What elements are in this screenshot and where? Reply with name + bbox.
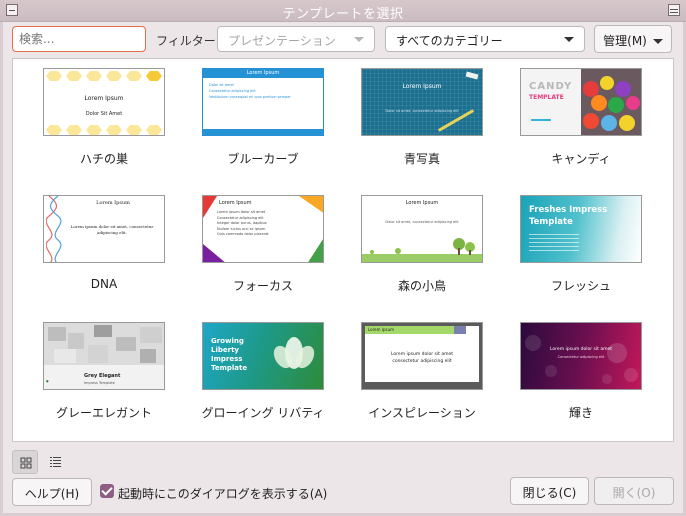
template-thumbnail: Lorem Ipsum Dolor sit amet, consectetur … xyxy=(361,195,483,263)
filter-label: フィルター xyxy=(156,34,216,48)
template-tile-blueprint[interactable]: Lorem Ipsum Dolor sit amet, consectetur … xyxy=(342,68,502,167)
thumb-subtitle: Lorem ipsum dolor sit amet, consectetur … xyxy=(70,224,154,235)
thumb-line1: Lorem Ipsum xyxy=(84,95,124,102)
thumb-bullets: Lorem ipsum dolor sit amet Consectetur a… xyxy=(217,210,269,238)
template-thumbnail: Lorem Ipsum Dolor sit amet, consectetur … xyxy=(361,68,483,136)
grid-view-icon xyxy=(20,457,32,469)
template-label: ハチの巣 xyxy=(79,152,128,166)
help-button[interactable]: ヘルプ(H) xyxy=(12,478,92,506)
thumb-title: Lorem Ipsum xyxy=(405,200,439,206)
thumb-bullets: Dolor sit amet Consectetur adipiscing el… xyxy=(209,82,291,100)
filter-dropdown[interactable]: プレゼンテーション xyxy=(217,26,375,52)
thumb-accent-block xyxy=(454,326,466,334)
chevron-down-icon xyxy=(652,39,663,44)
list-view-icon xyxy=(50,457,61,467)
template-thumbnail: Freshes Impress Template xyxy=(520,195,642,263)
search-input[interactable] xyxy=(12,26,146,52)
template-thumbnail: Lorem Ipsum Dolor Sit Amet xyxy=(43,68,165,136)
category-dropdown-value: すべてのカテゴリー xyxy=(396,34,503,48)
close-button[interactable]: 閉じる(C) xyxy=(510,477,589,505)
title-bar: テンプレートを選択 xyxy=(0,0,686,22)
thumb-subtitle: TEMPLATE xyxy=(529,94,564,101)
thumb-subtitle: Impress Template xyxy=(84,381,115,385)
dna-helix-icon xyxy=(46,196,62,262)
thumb-title: Lorem Ipsum xyxy=(368,327,395,332)
template-tile-forest-bird[interactable]: Lorem Ipsum Dolor sit amet, consectetur … xyxy=(342,195,502,294)
flower-icon xyxy=(273,337,315,369)
template-thumbnail: Lorem Ipsum Lorem ipsum dolor sit amet, … xyxy=(43,195,165,263)
template-thumbnail: Growing Liberty Impress Template xyxy=(202,322,324,390)
thumb-title: Lorem Ipsum xyxy=(219,200,252,206)
template-tile-shine[interactable]: Lorem ipsum dolor sit amet Consectetur a… xyxy=(501,322,661,421)
thumb-subtitle: Dolor sit amet, consectetur adipiscing e… xyxy=(385,109,459,113)
thumb-title: Freshes Impress Template xyxy=(529,205,608,227)
thumb-title: CANDY xyxy=(529,81,573,92)
open-button[interactable]: 開く(O) xyxy=(594,477,674,505)
template-tile-fresh[interactable]: Freshes Impress Template フレッシュ xyxy=(501,195,661,294)
template-label: フォーカス xyxy=(232,279,293,293)
show-dialog-label: 起動時にこのダイアログを表示する(A) xyxy=(118,487,328,501)
thumb-bullet: Vestibulum consequat mi quis pretium sem… xyxy=(209,95,291,99)
thumb-title: Lorem Ipsum xyxy=(96,200,130,206)
template-thumbnail: CANDY TEMPLATE xyxy=(520,68,642,136)
thumb-title: Growing Liberty Impress Template xyxy=(211,337,248,372)
thumb-bullet: Quis commodo dolor placerat xyxy=(217,232,269,236)
template-tile-grey-elegant[interactable]: ● Grey Elegant Impress Template グレーエレガント xyxy=(24,322,184,421)
thumb-logo: ● xyxy=(46,379,49,383)
thumb-title: Grey Elegant xyxy=(84,373,121,379)
template-thumbnail: Lorem Ipsum Dolor sit amet Consectetur a… xyxy=(202,68,324,136)
template-tile-candy[interactable]: CANDY TEMPLATE キャンディ xyxy=(501,68,661,167)
thumb-subtitle: Lorem ipsum dolor sit amet consectetur a… xyxy=(391,352,453,364)
filter-dropdown-value: プレゼンテーション xyxy=(228,34,336,48)
list-view-button[interactable] xyxy=(42,450,68,474)
thumb-title: Lorem Ipsum xyxy=(402,83,442,90)
template-label: DNA xyxy=(90,277,118,291)
thumb-bullet: Integer dolor purus, dapibus xyxy=(217,221,267,225)
manage-button-label: 管理(M) xyxy=(603,34,647,48)
window-title: テンプレートを選択 xyxy=(282,7,404,22)
template-label: 青写真 xyxy=(403,152,440,166)
thumb-title: Lorem ipsum dolor sit amet xyxy=(550,347,612,352)
manage-button[interactable]: 管理(M) xyxy=(594,25,672,53)
candy-image-icon xyxy=(581,69,641,135)
thumb-title: Lorem Ipsum xyxy=(246,70,280,76)
honeycomb-pattern-icon xyxy=(46,71,162,135)
chevron-down-icon xyxy=(354,37,364,42)
template-thumbnail: ● Grey Elegant Impress Template xyxy=(43,322,165,390)
template-label: グレーエレガント xyxy=(55,406,152,420)
category-dropdown[interactable]: すべてのカテゴリー xyxy=(385,26,585,52)
template-label: 森の小鳥 xyxy=(397,279,446,293)
template-tile-growing-liberty[interactable]: Growing Liberty Impress Template グローイング … xyxy=(183,322,343,421)
template-thumbnail: Lorem ipsum dolor sit amet Consectetur a… xyxy=(520,322,642,390)
thumb-accent-line xyxy=(531,119,551,121)
template-gallery[interactable]: Lorem Ipsum Dolor Sit Amet ハチの巣 Lorem Ip… xyxy=(12,58,674,442)
template-label: ブルーカーブ xyxy=(227,152,299,166)
thumbnail-view-button[interactable] xyxy=(12,450,38,474)
template-tile-bluecurve[interactable]: Lorem Ipsum Dolor sit amet Consectetur a… xyxy=(183,68,343,167)
template-tile-inspiration[interactable]: Lorem Ipsum Lorem ipsum dolor sit amet c… xyxy=(342,322,502,421)
forest-ground-icon xyxy=(362,238,482,262)
window-close-icon[interactable] xyxy=(668,4,680,16)
show-dialog-checkbox[interactable] xyxy=(100,484,114,498)
grey-blocks-icon xyxy=(44,323,164,365)
template-label: キャンディ xyxy=(551,152,611,166)
template-label: インスピレーション xyxy=(368,406,476,420)
template-tile-dna[interactable]: Lorem Ipsum Lorem ipsum dolor sit amet, … xyxy=(24,195,184,291)
thumb-line2: Dolor Sit Amet xyxy=(85,111,123,117)
template-thumbnail: Lorem Ipsum Lorem ipsum dolor sit amet C… xyxy=(202,195,324,263)
thumb-footer-bar xyxy=(203,129,323,135)
thumb-subtitle: Dolor sit amet, consectetur adipiscing e… xyxy=(385,220,459,224)
thumb-subtitle: Consectetur adipiscing elit xyxy=(557,355,605,359)
template-tile-focus[interactable]: Lorem Ipsum Lorem ipsum dolor sit amet C… xyxy=(183,195,343,294)
thumb-text-lines xyxy=(529,234,579,254)
window-border-left xyxy=(0,22,3,516)
template-tile-honeycomb[interactable]: Lorem Ipsum Dolor Sit Amet ハチの巣 xyxy=(24,68,184,167)
template-label: フレッシュ xyxy=(550,279,611,293)
chevron-down-icon xyxy=(564,37,574,42)
thumb-bullet: Lorem ipsum dolor sit amet xyxy=(217,210,266,214)
template-label: グローイング リバティ xyxy=(201,406,325,420)
template-thumbnail: Lorem Ipsum Lorem ipsum dolor sit amet c… xyxy=(361,322,483,390)
eraser-icon xyxy=(465,71,479,80)
template-label: 輝き xyxy=(568,406,593,420)
